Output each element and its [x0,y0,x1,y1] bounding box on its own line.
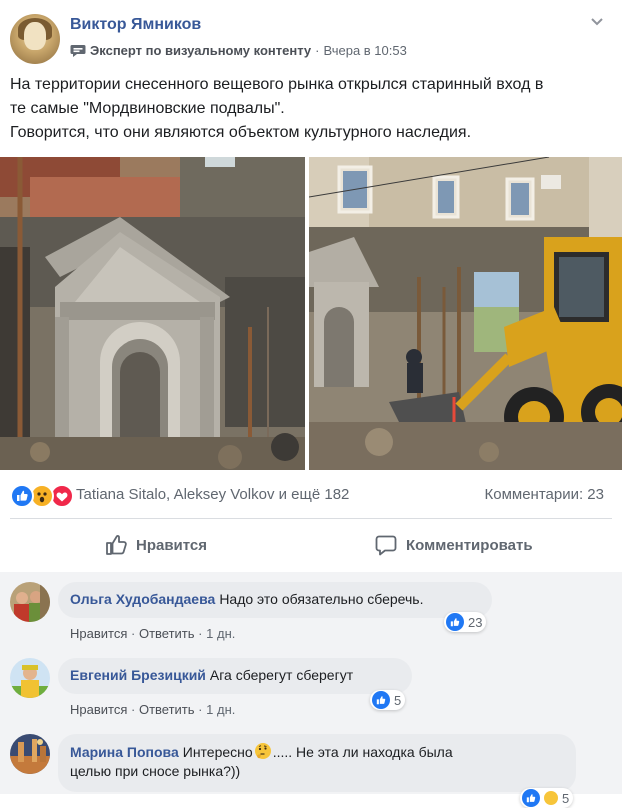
comment-like-count: 23 [468,614,483,630]
speech-badge-icon [70,44,86,57]
author-avatar[interactable] [10,14,60,64]
separator: · [131,626,136,641]
like-button[interactable]: Нравится [104,532,207,558]
comment-like-count: 5 [562,790,570,806]
comment-bubble: Ольга Худобандаева Надо это обязательно с… [58,582,492,618]
commenter-avatar[interactable] [10,734,50,774]
separator: · [198,702,203,717]
commenter-name[interactable]: Марина Попова [70,744,179,760]
commenter-avatar[interactable] [10,582,50,622]
reaction-icons[interactable] [10,484,74,508]
comment-reaction-count[interactable]: 5 [370,690,406,710]
comments-section: Ольга Худобандаева Надо это обязательно с… [0,572,622,808]
reaction-names[interactable]: Tatiana Sitalo, Aleksey Volkov и ещё 182 [76,486,349,503]
comment-reaction-count[interactable]: 23 [444,612,487,632]
commenter-name[interactable]: Евгений Брезицкий [70,667,206,683]
commenter-name[interactable]: Ольга Худобандаева [70,591,215,607]
commenter-avatar[interactable] [10,658,50,698]
like-icon [522,789,540,807]
comments-count[interactable]: Комментарии: 23 [485,486,605,503]
chevron-down-icon[interactable] [590,14,604,28]
post-time[interactable]: Вчера в 10:53 [323,43,406,58]
comment-actions: Нравится · Ответить · 1 дн. [70,626,235,641]
post-text-line: На территории снесенного вещевого рынка … [10,76,544,93]
thumbs-up-icon [106,535,127,555]
post-header: Виктор Ямников Эксперт по визуальному ко… [0,0,622,70]
like-icon [10,484,34,508]
post-photo-2[interactable] [309,157,622,470]
comment-reaction-count[interactable]: 5 [520,788,574,808]
like-icon [446,613,464,631]
comment-bubble: Марина Попова Интересно ..... Не эта ли на… [58,734,576,792]
comment-like-link[interactable]: Нравится [70,702,127,717]
comment-text: Надо это обязательно сберечь. [219,591,424,607]
comment-time[interactable]: 1 дн. [206,702,235,717]
post-text: На территории снесенного вещевого рынка … [10,73,610,145]
comment-text: целью при сносе рынка?)) [70,763,241,779]
expert-badge[interactable]: Эксперт по визуальному контенту [90,43,311,58]
like-icon [372,691,390,709]
post-text-line: Говорится, что они являются объектом кул… [10,124,472,141]
post-photo-1[interactable] [0,157,305,470]
thinking-face-icon [254,743,271,759]
comment-like-count: 5 [394,692,402,708]
comment-text: Ага сберегут сберегут [209,667,354,683]
comment-button[interactable]: Комментировать [374,532,533,558]
post-photos [0,157,622,470]
comment-bubble: Евгений Брезицкий Ага сберегут сберегут [58,658,412,694]
comment-icon [375,535,397,556]
divider [10,518,612,519]
separator: · [131,702,136,717]
comment-time[interactable]: 1 дн. [206,626,235,641]
comment-reply-link[interactable]: Ответить [139,702,195,717]
like-button-label: Нравится [136,536,208,554]
post-actions: Нравится Комментировать [0,522,622,568]
comment-like-link[interactable]: Нравится [70,626,127,641]
comment-actions: Нравится · Ответить · 1 дн. [70,702,235,717]
reactions-bar: Tatiana Sitalo, Aleksey Volkov и ещё 182… [0,480,622,508]
comment-text: ..... Не эта ли находка была [272,744,453,760]
comment-button-label: Комментировать [406,536,533,554]
author-name[interactable]: Виктор Ямников [70,16,201,34]
meta-separator: · [315,43,320,58]
comment-text: Интересно [182,744,253,760]
thinking-icon [544,791,558,805]
post-text-line: те самые "Мордвиновские подвалы". [10,100,285,117]
post-meta: Эксперт по визуальному контенту · Вчера … [70,43,407,58]
separator: · [198,626,203,641]
comment-reply-link[interactable]: Ответить [139,626,195,641]
